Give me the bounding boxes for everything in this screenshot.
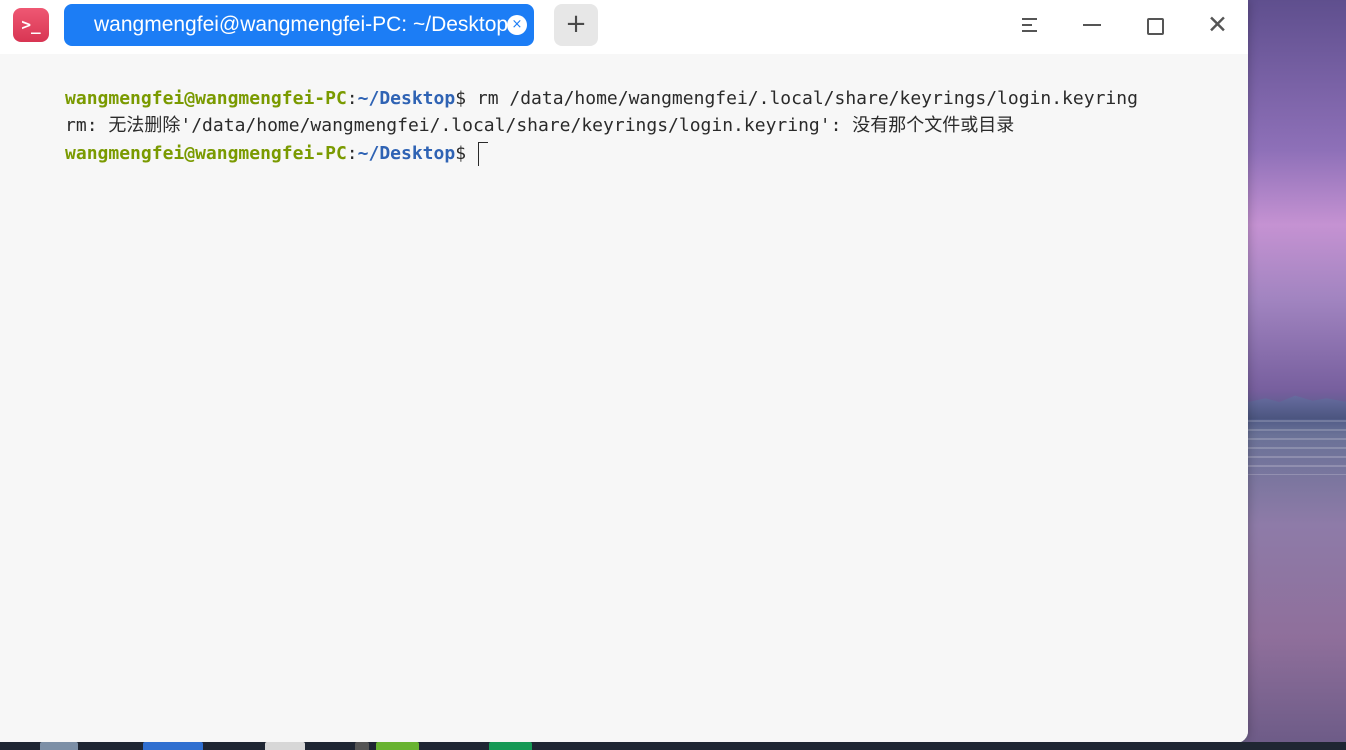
- terminal-line: rm: 无法删除'/data/home/wangmengfei/.local/s…: [0, 85, 1014, 136]
- terminal-icon: >_: [13, 8, 49, 42]
- menu-button[interactable]: [1003, 0, 1055, 50]
- terminal-icon-glyph: >_: [21, 15, 41, 34]
- terminal-output[interactable]: wangmengfei@wangmengfei-PC:~/Desktop$ rm…: [0, 58, 1248, 743]
- wallpaper-waves: [1248, 420, 1346, 475]
- prompt-user-host: wangmengfei@wangmengfei-PC: [65, 143, 347, 164]
- taskbar-app-icon[interactable]: [355, 742, 369, 750]
- taskbar-app-icon[interactable]: [265, 742, 305, 750]
- title-bar[interactable]: >_ wangmengfei@wangmengfei-PC: ~/Desktop…: [0, 0, 1248, 54]
- terminal-cursor: [477, 142, 488, 166]
- minimize-icon: [1083, 24, 1101, 26]
- minimize-button[interactable]: [1066, 0, 1118, 50]
- tab-close-icon[interactable]: ×: [507, 15, 527, 35]
- tab-title: wangmengfei@wangmengfei-PC: ~/Desktop: [94, 13, 509, 36]
- prompt-separator: :: [346, 143, 358, 164]
- terminal-window: >_ wangmengfei@wangmengfei-PC: ~/Desktop…: [0, 0, 1248, 743]
- taskbar-app-icon[interactable]: [489, 742, 532, 750]
- prompt-path: ~/Desktop: [357, 143, 456, 164]
- terminal-command: [466, 143, 477, 164]
- taskbar: [0, 742, 1346, 750]
- maximize-icon: [1147, 18, 1164, 35]
- terminal-line: wangmengfei@wangmengfei-PC:~/Desktop$ rm…: [0, 58, 1138, 109]
- close-icon: ✕: [1207, 10, 1228, 39]
- menu-icon: [1022, 18, 1037, 33]
- maximize-button[interactable]: [1128, 0, 1180, 50]
- close-button[interactable]: ✕: [1190, 0, 1242, 50]
- tab-active[interactable]: wangmengfei@wangmengfei-PC: ~/Desktop ×: [64, 4, 534, 46]
- desktop-wallpaper: [1248, 0, 1346, 750]
- taskbar-app-icon[interactable]: [40, 742, 78, 750]
- prompt-symbol: $: [455, 143, 467, 164]
- terminal-line: wangmengfei@wangmengfei-PC:~/Desktop$: [0, 113, 488, 166]
- add-tab-button[interactable]: +: [554, 4, 598, 46]
- taskbar-app-icon[interactable]: [143, 742, 203, 750]
- taskbar-app-icon[interactable]: [376, 742, 419, 750]
